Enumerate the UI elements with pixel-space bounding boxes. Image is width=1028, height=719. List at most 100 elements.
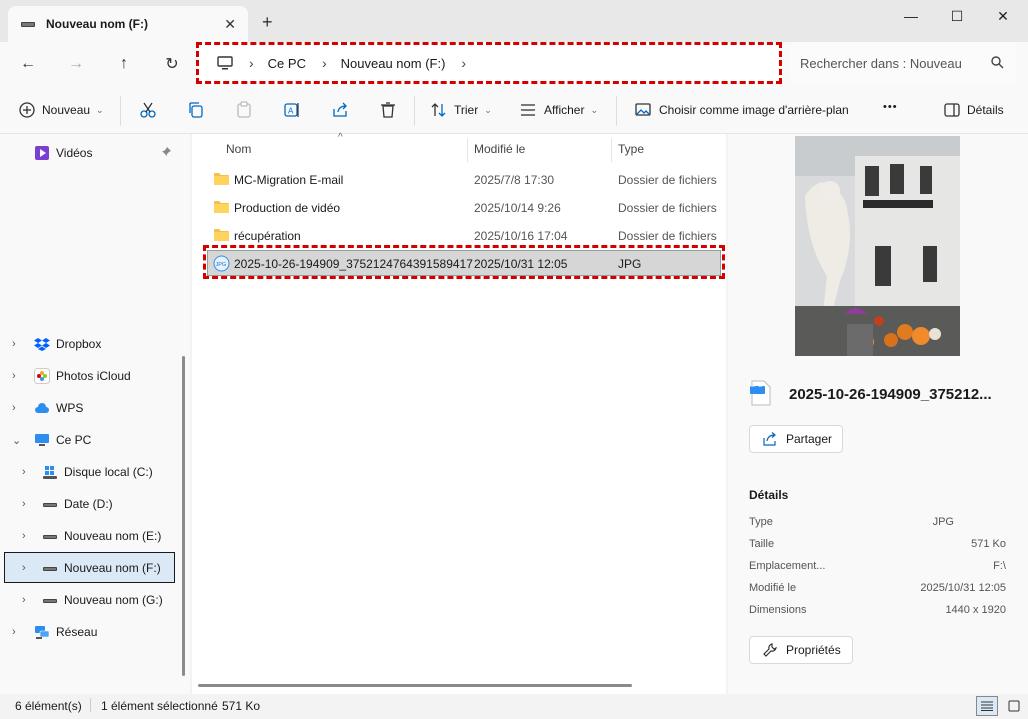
svg-text:A: A	[288, 107, 294, 116]
list-item-selected[interactable]: JPG 2025-10-26-194909_375212476439158941…	[206, 250, 726, 278]
sidebar-item-drive-c[interactable]: › Disque local (C:)	[0, 457, 180, 487]
image-preview	[795, 136, 960, 356]
new-button[interactable]: Nouveau ⌄	[18, 101, 104, 119]
details-pane-button[interactable]: Détails	[943, 101, 1004, 119]
sidebar-item-drive-f[interactable]: › Nouveau nom (F:)	[0, 553, 180, 583]
back-button[interactable]: ←	[16, 54, 40, 74]
column-header-modified[interactable]: Modifié le	[474, 142, 525, 156]
horizontal-scrollbar[interactable]	[198, 684, 632, 687]
sort-label: Trier	[454, 103, 479, 117]
column-header-type[interactable]: Type	[618, 142, 644, 156]
nav-scrollbar[interactable]	[182, 356, 185, 676]
chevron-right-icon[interactable]: ›	[12, 338, 16, 350]
sidebar-item-label: Nouveau nom (F:)	[64, 561, 161, 575]
view-button[interactable]: Afficher ⌄	[519, 101, 598, 119]
details-view-button[interactable]	[976, 696, 998, 716]
sidebar-item-label: Réseau	[56, 625, 98, 639]
status-selected: 1 élément sélectionné	[101, 699, 218, 713]
chevron-right-icon[interactable]: ›	[12, 402, 16, 414]
chevron-down-icon: ⌄	[590, 104, 599, 115]
prop-value: 571 Ko	[971, 538, 1006, 550]
drive-icon	[43, 567, 57, 571]
rename-button[interactable]: A	[283, 101, 301, 119]
details-section-title: Détails	[749, 488, 789, 502]
status-size: 571 Ko	[222, 699, 261, 713]
cut-button[interactable]	[139, 101, 157, 119]
sidebar-item-drive-e[interactable]: › Nouveau nom (E:)	[0, 521, 180, 551]
search-icon	[991, 56, 1004, 69]
sort-ascending-icon: ^	[338, 132, 343, 143]
share-icon	[333, 102, 347, 117]
sidebar-item-videos[interactable]: Vidéos	[0, 138, 180, 168]
chevron-right-icon[interactable]: ›	[12, 626, 16, 638]
tab-close-icon[interactable]: ✕	[224, 16, 236, 33]
breadcrumb-current-drive[interactable]: Nouveau nom (F:)	[341, 56, 446, 71]
properties-button[interactable]: Propriétés	[749, 636, 853, 664]
sidebar-item-label: Vidéos	[56, 146, 93, 160]
divider	[616, 96, 617, 126]
new-tab-button[interactable]: +	[262, 12, 273, 33]
file-name: 2025-10-26-194909_3752124764391589417	[234, 257, 473, 271]
tab-current[interactable]: Nouveau nom (F:) ✕	[8, 6, 248, 42]
breadcrumb-separator: ›	[249, 55, 254, 71]
sidebar-item-icloud-photos[interactable]: › Photos iCloud	[0, 361, 180, 391]
chevron-right-icon[interactable]: ›	[12, 370, 16, 382]
tiles-view-icon	[1008, 700, 1020, 712]
chevron-right-icon[interactable]: ›	[22, 530, 26, 542]
jpg-file-icon: JPG	[213, 255, 230, 272]
chevron-down-icon: ⌄	[484, 104, 492, 115]
chevron-right-icon[interactable]: ›	[22, 562, 26, 574]
drive-icon	[43, 535, 57, 539]
maximize-button[interactable]: ☐	[934, 6, 980, 26]
sort-button[interactable]: Trier ⌄	[430, 101, 492, 119]
forward-button[interactable]: →	[64, 54, 88, 74]
sort-icon	[431, 103, 446, 117]
delete-button[interactable]	[379, 101, 397, 119]
breadcrumb-separator[interactable]: ›	[461, 55, 466, 71]
sidebar-item-drive-g[interactable]: › Nouveau nom (G:)	[0, 585, 180, 615]
paste-button[interactable]	[235, 101, 253, 119]
list-item[interactable]: Production de vidéo 2025/10/14 9:26 Doss…	[206, 194, 726, 222]
column-divider[interactable]	[611, 138, 612, 162]
prop-label: Type	[749, 516, 773, 528]
tiles-view-button[interactable]	[1004, 696, 1024, 716]
copy-button[interactable]	[187, 101, 205, 119]
refresh-button[interactable]: ↻	[160, 54, 184, 74]
sidebar-item-network[interactable]: › Réseau	[0, 617, 180, 647]
sidebar-item-label: Disque local (C:)	[64, 465, 153, 479]
chevron-right-icon[interactable]: ›	[22, 594, 26, 606]
chevron-right-icon[interactable]: ›	[22, 466, 26, 478]
column-header-name[interactable]: Nom	[226, 142, 251, 156]
chevron-right-icon[interactable]: ›	[22, 498, 26, 510]
details-pane-icon	[944, 103, 960, 117]
prop-value: F:\	[993, 560, 1006, 572]
breadcrumb-ce-pc[interactable]: Ce PC	[268, 56, 306, 71]
sidebar-item-this-pc[interactable]: ⌄ Ce PC	[0, 425, 180, 455]
file-modified: 2025/7/8 17:30	[474, 173, 555, 187]
address-bar[interactable]: › Ce PC › Nouveau nom (F:) ›	[196, 42, 782, 84]
search-box[interactable]: Rechercher dans : Nouveau	[790, 42, 1016, 84]
windows-drive-icon	[43, 466, 57, 479]
computer-icon	[217, 56, 233, 70]
up-button[interactable]: ↑	[112, 54, 136, 74]
more-options-button[interactable]: •••	[883, 101, 898, 113]
plus-circle-icon	[19, 102, 35, 118]
video-icon	[35, 146, 49, 160]
minimize-button[interactable]: —	[888, 6, 934, 26]
file-name: Production de vidéo	[234, 201, 341, 215]
list-item[interactable]: MC-Migration E-mail 2025/7/8 17:30 Dossi…	[206, 166, 726, 194]
share-button[interactable]	[331, 101, 349, 119]
sidebar-item-wps[interactable]: › WPS	[0, 393, 180, 423]
sidebar-item-drive-d[interactable]: › Date (D:)	[0, 489, 180, 519]
clipboard-icon	[237, 101, 251, 118]
prop-value: 1440 x 1920	[945, 604, 1006, 616]
chevron-down-icon[interactable]: ⌄	[12, 434, 21, 447]
set-wallpaper-button[interactable]: Choisir comme image d'arrière-plan	[634, 101, 849, 119]
svg-text:JPG: JPG	[216, 262, 227, 268]
column-divider[interactable]	[467, 138, 468, 162]
sidebar-item-dropbox[interactable]: › Dropbox	[0, 329, 180, 359]
share-button[interactable]: Partager	[749, 425, 843, 453]
close-window-button[interactable]: ✕	[980, 6, 1026, 26]
pin-icon[interactable]	[160, 146, 172, 158]
photos-icon	[34, 368, 50, 384]
